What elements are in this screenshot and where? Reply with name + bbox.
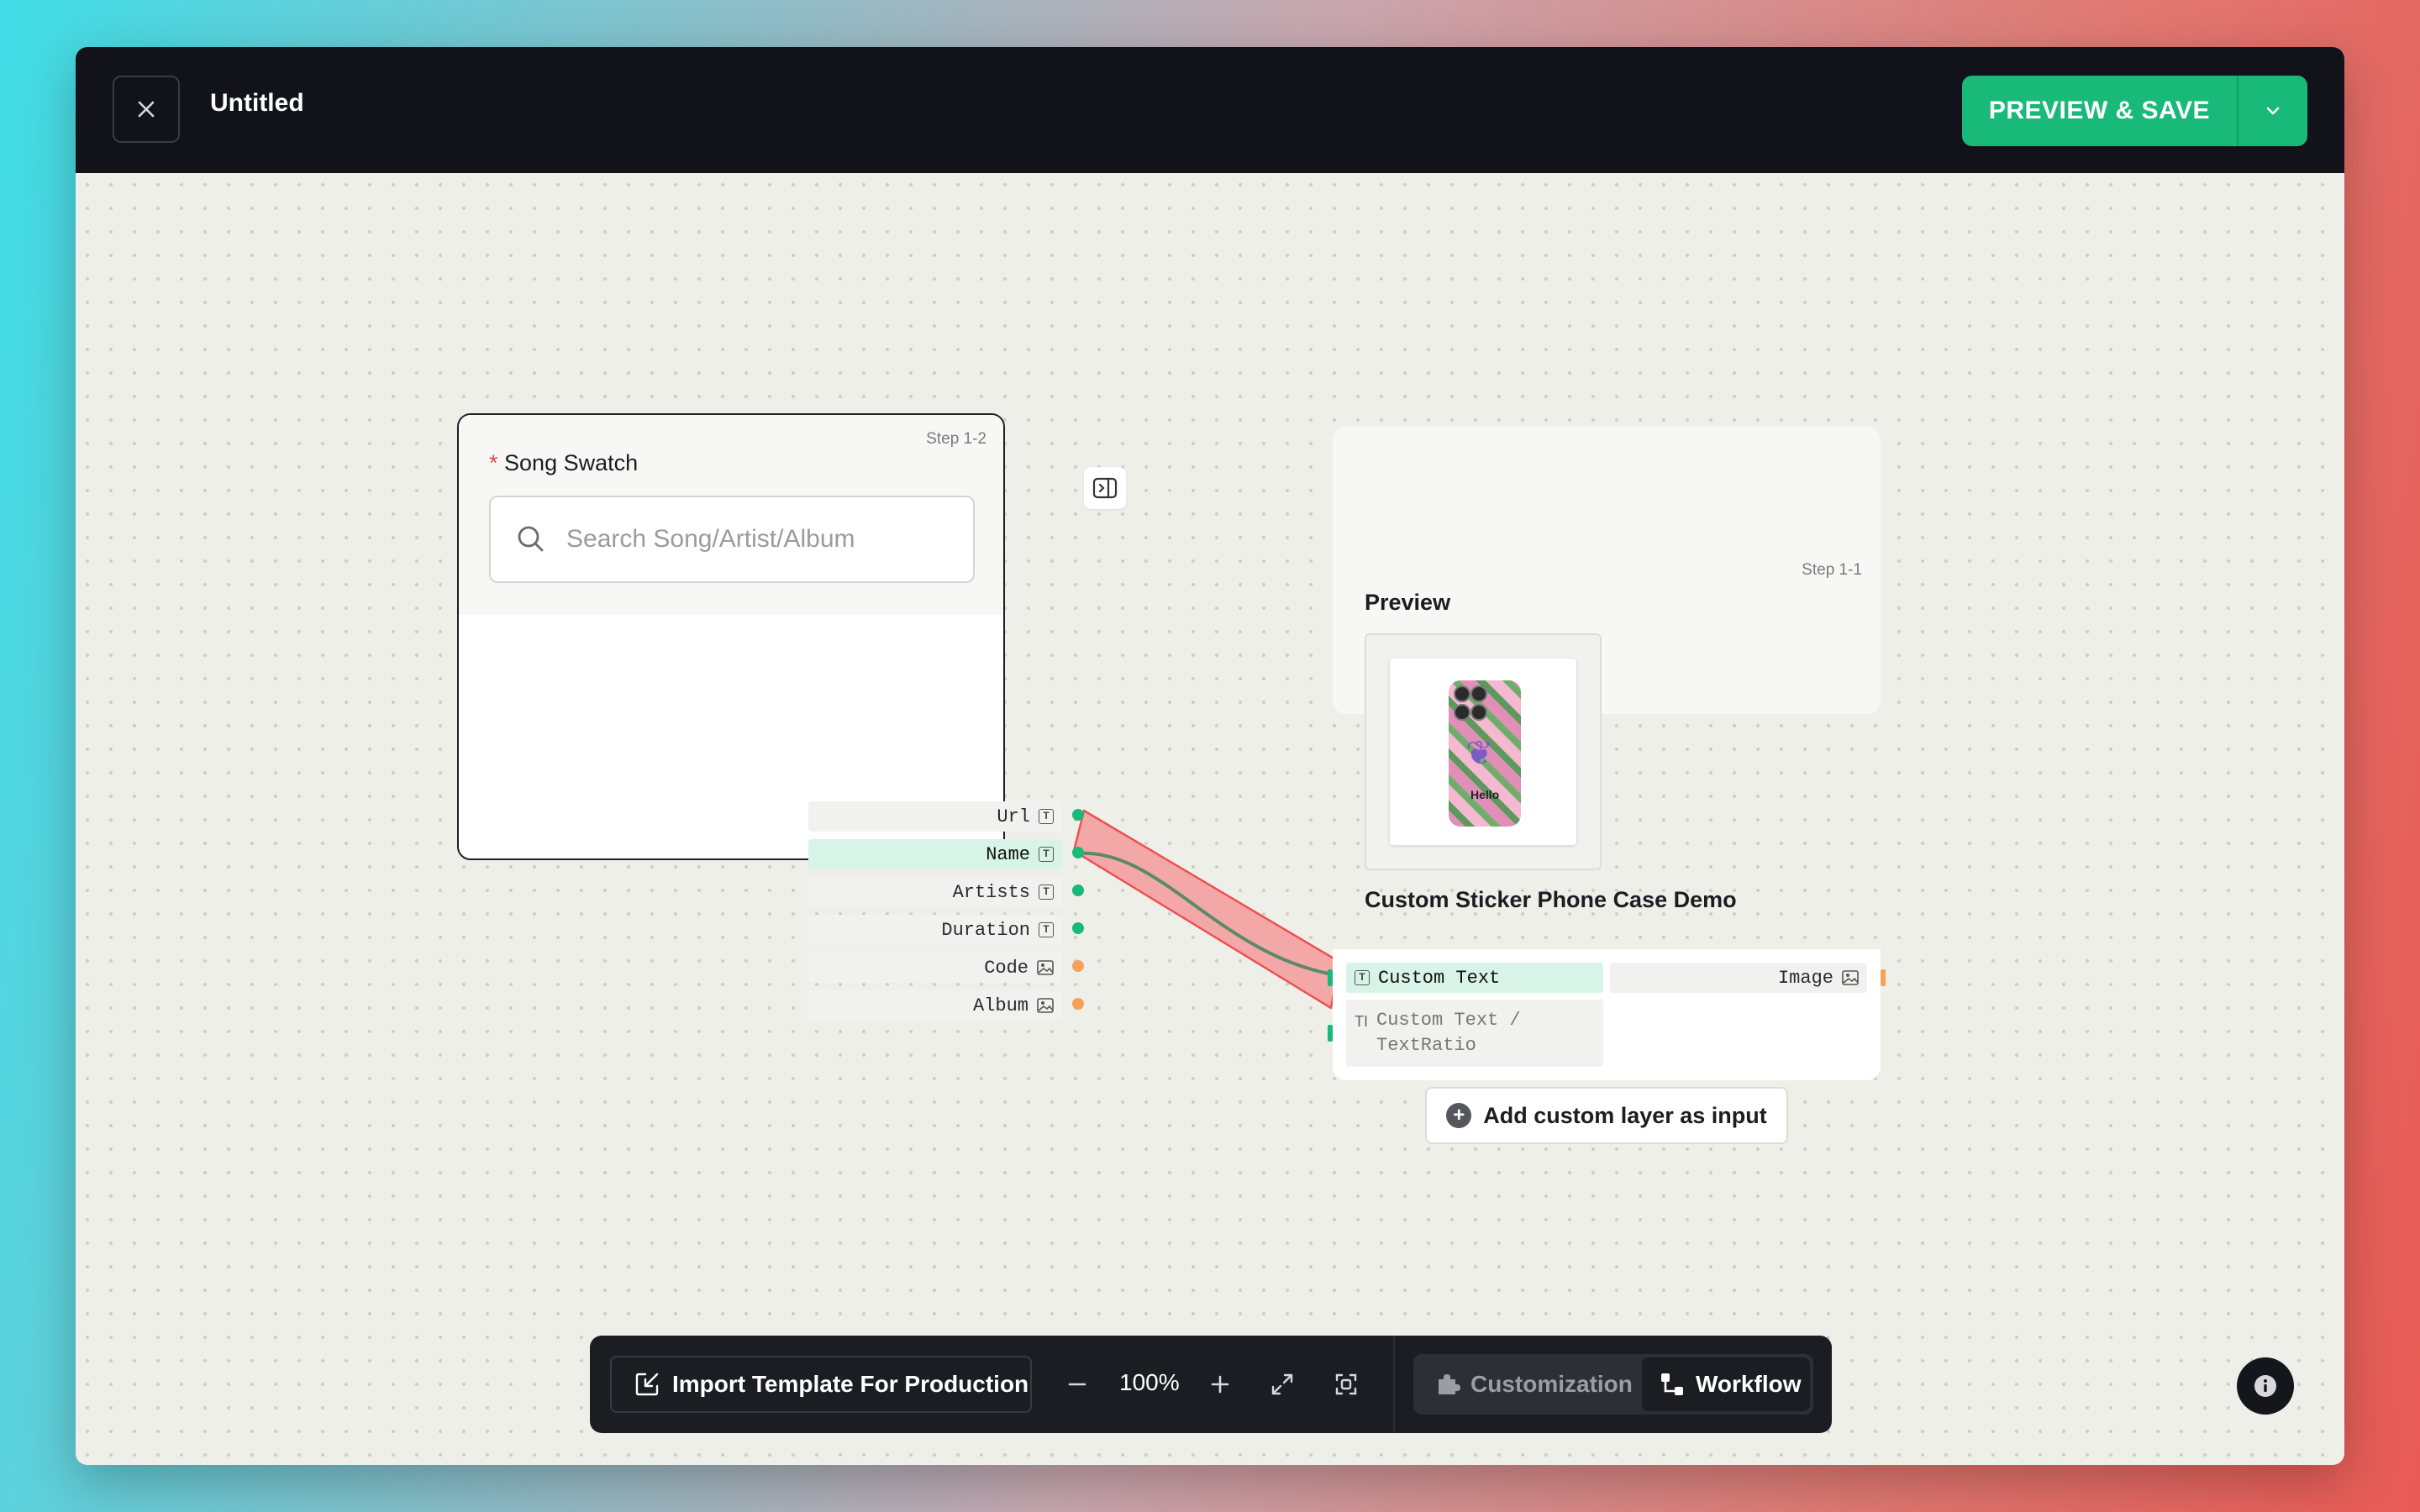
image-type-icon [1037,998,1054,1013]
port-label: Url [997,806,1030,827]
image-type-icon [1037,960,1054,975]
port-label: Code [984,957,1028,979]
workflow-tab[interactable]: Workflow [1642,1357,1810,1411]
camera-lens [1454,685,1470,702]
fullscreen-button[interactable] [1262,1364,1302,1404]
expand-icon [1271,1373,1293,1395]
input-port-image[interactable]: Image [1610,963,1867,993]
fit-screen-icon [1335,1373,1357,1395]
toolbar-divider [1393,1336,1395,1433]
puzzle-icon [1439,1374,1460,1394]
step-label: Step 1-2 [926,430,986,448]
search-icon [518,526,544,552]
search-placeholder: Search Song/Artist/Album [566,525,855,553]
output-dot-artists[interactable] [1072,885,1084,896]
port-label: Name [986,843,1030,865]
document-title: Untitled [210,89,304,117]
info-icon [2254,1375,2276,1397]
workflow-label: Workflow [1696,1371,1802,1397]
product-name: Custom Sticker Phone Case Demo [1365,887,1737,912]
port-label: Image [1777,967,1833,989]
output-dot-code[interactable] [1072,960,1084,972]
port-label: Album [972,995,1028,1016]
text-type-icon: T [1355,970,1370,985]
node-title: * Song Swatch [489,450,638,476]
save-button-group: PREVIEW & SAVE [1961,76,2307,146]
port-label: Custom Text [1378,967,1501,989]
mode-switcher: Customization Workflow [1413,1354,1813,1415]
zoom-level: 100% [1119,1369,1180,1395]
butterfly-sticker: ❦ [1465,735,1494,772]
camera-lens [1454,704,1470,721]
sidebar-toggle-icon [1092,477,1118,499]
connection-edge[interactable] [1067,802,1344,1021]
output-port-artists[interactable]: Artists T [808,877,1062,907]
output-port-album[interactable]: Album [808,990,1062,1021]
product-preview-image[interactable]: ❦ Hello [1365,633,1602,870]
add-layer-label: Add custom layer as input [1483,1102,1767,1128]
port-label: Artists [952,881,1030,903]
input-port-text-ratio[interactable]: TI Custom Text / TextRatio [1346,1000,1603,1067]
input-handle-custom-text[interactable] [1328,969,1333,986]
input-handle-image[interactable] [1881,969,1886,986]
app-window: Untitled PREVIEW & SAVE [76,47,2344,1465]
info-button[interactable] [2237,1357,2294,1415]
output-port-duration[interactable]: Duration T [808,915,1062,945]
customization-tab[interactable]: Customization [1417,1357,1637,1411]
customization-label: Customization [1470,1371,1633,1397]
camera-lens [1470,704,1487,721]
phone-case-image: ❦ Hello [1449,680,1521,827]
fit-view-button[interactable] [1326,1364,1366,1404]
input-port-custom-text[interactable]: T Custom Text [1346,963,1603,993]
workflow-icon [1661,1373,1683,1395]
zoom-in-button[interactable] [1200,1364,1240,1404]
import-label: Import Template For Production [672,1371,1029,1397]
text-type-icon: T [1039,847,1054,862]
sticker-text: Hello [1470,788,1500,801]
output-dot-album[interactable] [1072,998,1084,1010]
close-button[interactable] [113,76,180,143]
text-type-icon: T [1039,885,1054,900]
close-icon [138,101,155,118]
plus-icon [1211,1375,1229,1394]
step-label: Step 1-1 [1802,561,1862,579]
port-label: Custom Text / TextRatio [1376,1010,1521,1056]
preview-save-button[interactable]: PREVIEW & SAVE [1962,76,2237,146]
add-custom-layer-button[interactable]: + Add custom layer as input [1425,1087,1788,1144]
song-search-input[interactable]: Search Song/Artist/Album [489,496,975,583]
output-dot-duration[interactable] [1072,922,1084,934]
text-type-icon: T [1039,922,1054,937]
output-port-name[interactable]: Name T [808,839,1062,869]
zoom-out-button[interactable] [1057,1364,1097,1404]
image-type-icon [1842,970,1859,985]
required-mark: * [489,450,498,475]
import-icon [635,1373,659,1396]
node-title-text: Song Swatch [504,450,639,475]
camera-lens [1470,685,1487,702]
text-ratio-icon: TI [1355,1013,1368,1030]
plus-circle-icon: + [1446,1103,1472,1128]
preview-title: Preview [1365,590,1451,615]
port-label: Duration [941,919,1030,941]
text-type-icon: T [1039,809,1054,824]
panel-toggle-button[interactable] [1084,467,1126,509]
input-handle-text-ratio[interactable] [1328,1025,1333,1042]
import-template-button[interactable]: Import Template For Production [610,1356,1032,1413]
chevron-down-icon [2266,107,2280,115]
output-port-code[interactable]: Code [808,953,1062,983]
output-dot-url[interactable] [1072,809,1084,821]
output-port-url[interactable]: Url T [808,801,1062,832]
bottom-toolbar: Import Template For Production 100% Cust… [590,1336,1832,1433]
output-dot-name[interactable] [1072,847,1084,858]
save-dropdown-button[interactable] [2237,76,2307,146]
minus-icon [1068,1383,1086,1386]
song-swatch-node[interactable]: Step 1-2 * Song Swatch Search Song/Artis… [457,413,1005,860]
preview-card: ❦ Hello [1390,659,1576,845]
top-bar: Untitled PREVIEW & SAVE [76,47,2344,173]
